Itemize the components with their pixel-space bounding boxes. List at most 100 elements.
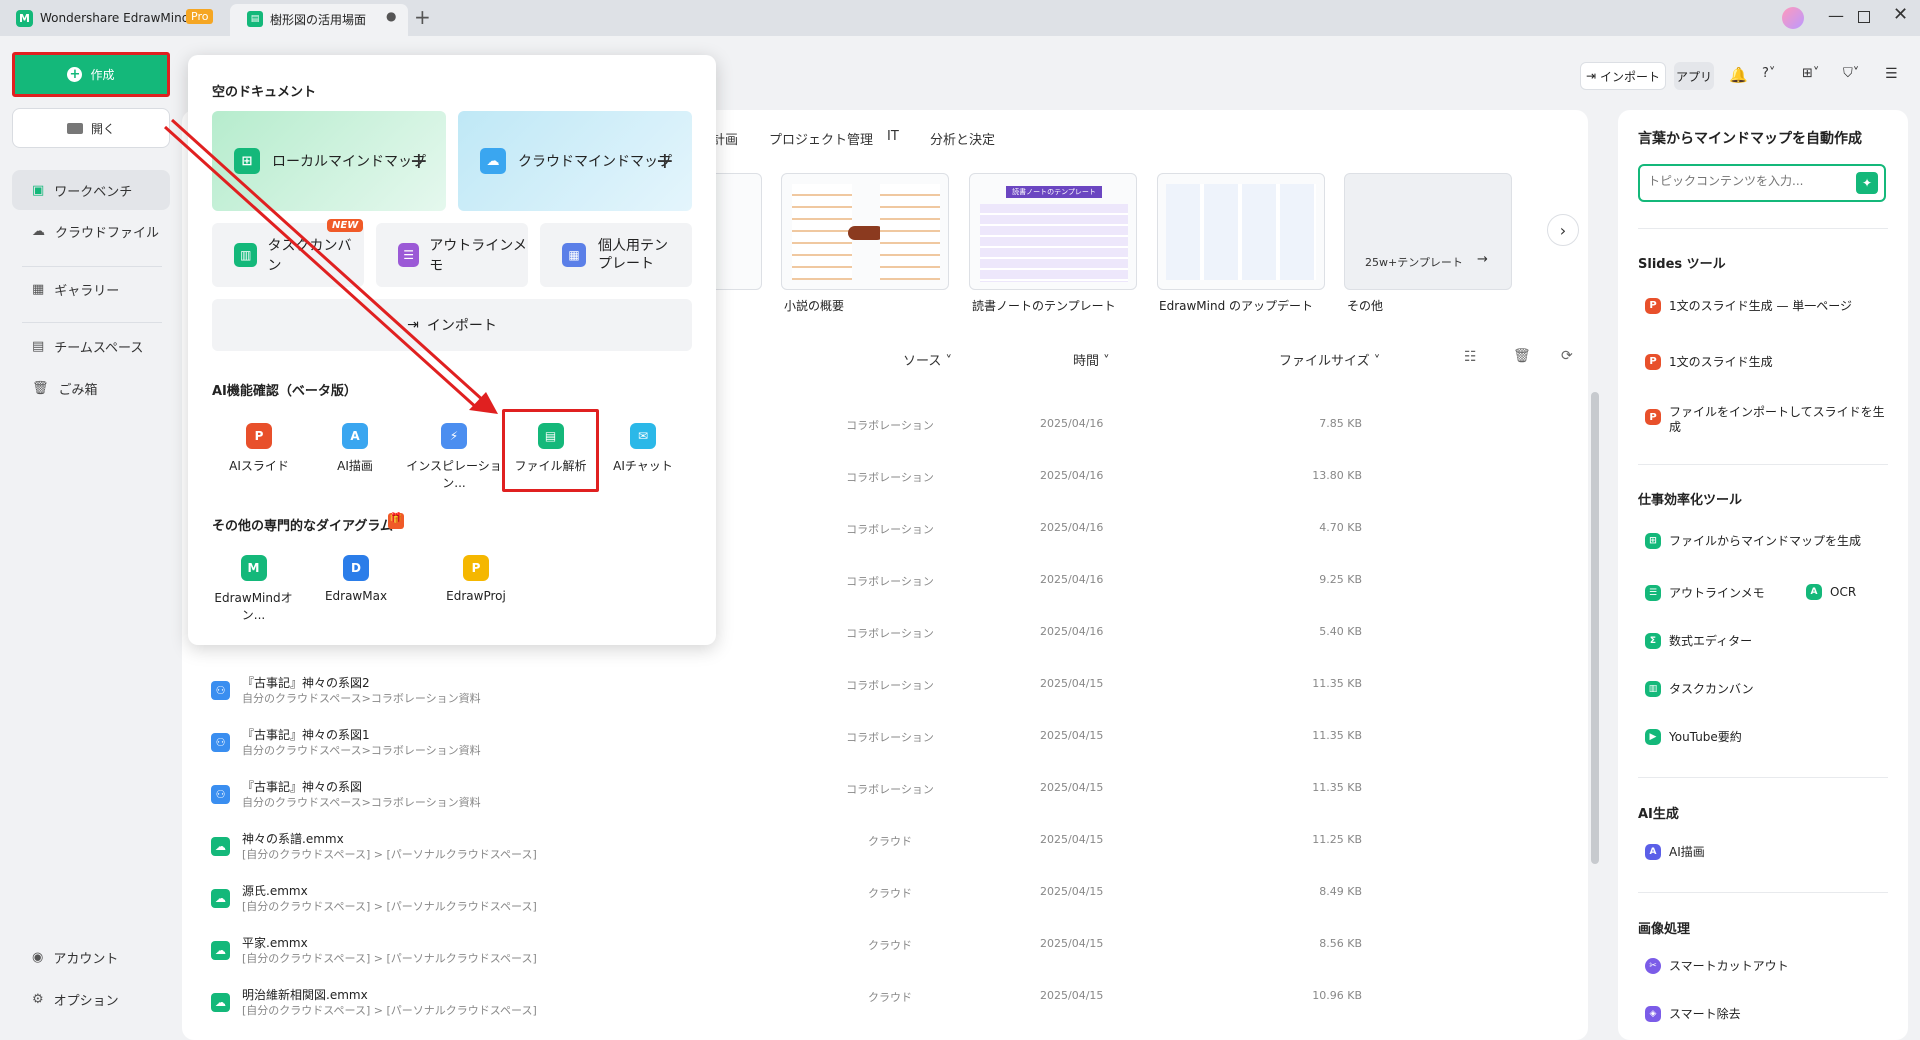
divider	[1638, 464, 1888, 465]
file-to-mindmap-item[interactable]: ⊞ ファイルからマインドマップを生成	[1645, 532, 1861, 549]
blank-doc-title: 空のドキュメント	[212, 85, 317, 100]
trash-icon: 🗑	[32, 380, 49, 396]
sidebar-item-account[interactable]: ◉ アカウント	[12, 937, 170, 977]
import-button[interactable]: ⇥ インポート	[1580, 62, 1666, 90]
sidebar-item-options[interactable]: ⚙ オプション	[12, 979, 170, 1019]
minimize-icon[interactable]: —	[1828, 6, 1844, 25]
ocr-item[interactable]: A OCR	[1806, 584, 1856, 600]
ppt-icon: P	[1645, 297, 1661, 314]
topic-input[interactable]	[1648, 174, 1848, 188]
shirt-icon[interactable]: ⛉˅	[1843, 66, 1859, 81]
sidebar-item-gallery[interactable]: ▦ ギャラリー	[12, 269, 170, 309]
import-file-button[interactable]: ⇥ インポート	[212, 299, 692, 351]
grid-icon[interactable]: ⊞˅	[1802, 66, 1819, 81]
ai-drawing-button[interactable]: A AI描画	[315, 423, 395, 474]
smart-cutout-item[interactable]: ✂ スマートカットアウト	[1645, 957, 1789, 974]
sidebar-item-workbench[interactable]: ▣ ワークベンチ	[12, 170, 170, 210]
outline-memo-item[interactable]: ☰ アウトラインメモ	[1645, 584, 1765, 601]
file-name[interactable]: 明治維新相関図.emmx	[242, 986, 368, 1003]
new-tab-plus-icon[interactable]: +	[414, 5, 431, 29]
outline-icon: ☰	[1645, 584, 1661, 601]
sidebar-item-team-space[interactable]: ▤ チームスペース	[12, 326, 170, 366]
slides-tools-title: Slides ツール	[1638, 257, 1726, 272]
edrawmax-button[interactable]: D EdrawMax	[316, 555, 396, 603]
file-source: コラボレーション	[846, 419, 934, 432]
account-icon: ◉	[32, 949, 44, 965]
maximize-icon[interactable]	[1858, 11, 1870, 23]
sidebar-item-trash[interactable]: 🗑 ごみ箱	[12, 368, 170, 408]
ai-chat-button[interactable]: ✉ AIチャット	[603, 423, 683, 474]
file-name[interactable]: 『古事記』神々の系図	[242, 778, 362, 795]
menu-list-icon[interactable]: ☰	[1885, 66, 1898, 82]
document-tab[interactable]: ▤ 樹形図の活用場面 ●	[230, 4, 408, 36]
template-thumbnail[interactable]: 読書ノートのテンプレート	[969, 173, 1137, 290]
file-analysis-button[interactable]: ▤ ファイル解析	[502, 409, 599, 492]
file-name[interactable]: 『古事記』神々の系図1	[242, 726, 370, 743]
column-source-label: ソース	[903, 354, 942, 369]
tab-category[interactable]: プロジェクト管理	[769, 129, 873, 148]
gear-icon: ⚙	[32, 991, 44, 1007]
file-path: 自分のクラウドスペース>コラボレーション資料	[242, 796, 481, 809]
ai-item-label: インスピレーション...	[406, 459, 502, 490]
file-name[interactable]: 源氏.emmx	[242, 882, 308, 899]
slides-generate-item[interactable]: P 1文のスライド生成	[1645, 353, 1773, 370]
bell-icon[interactable]: 🔔	[1729, 66, 1748, 84]
local-mindmap-button[interactable]: ⊞ ローカルマインドマップ +	[212, 111, 446, 211]
edrawproj-button[interactable]: P EdrawProj	[436, 555, 516, 603]
task-kanban-item[interactable]: ▥ タスクカンバン	[1645, 680, 1754, 697]
inspiration-button[interactable]: ⚡ インスピレーション...	[404, 423, 504, 491]
user-avatar[interactable]	[1782, 7, 1804, 29]
outline-memo-label: アウトラインメモ	[429, 238, 527, 274]
open-button[interactable]: 開く	[12, 108, 170, 148]
outline-memo-button[interactable]: ☰ アウトラインメモ	[376, 223, 528, 287]
file-name[interactable]: 平家.emmx	[242, 934, 308, 951]
generate-sparkle-icon[interactable]: ✦	[1856, 172, 1878, 194]
divider	[1638, 777, 1888, 778]
divider	[22, 266, 162, 267]
template-more[interactable]: 25w+テンプレート →	[1344, 173, 1512, 290]
list-view-icon[interactable]: ☷	[1464, 349, 1477, 365]
tab-modified-dot-icon[interactable]: ●	[386, 9, 396, 23]
column-size[interactable]: ファイルサイズ ˅	[1279, 350, 1380, 369]
youtube-summary-item[interactable]: ▶ YouTube要約	[1645, 728, 1742, 745]
file-time: 2025/04/16	[1040, 625, 1104, 638]
ai-slide-button[interactable]: P AIスライド	[219, 423, 299, 474]
template-thumbnail[interactable]	[781, 173, 949, 290]
apps-button[interactable]: アプリ	[1674, 62, 1714, 90]
delete-icon[interactable]: 🗑	[1513, 348, 1531, 364]
file-source: コラボレーション	[846, 783, 934, 796]
sidebar-item-label: ギャラリー	[54, 283, 120, 299]
slides-import-item[interactable]: P ファイルをインポートしてスライドを生成	[1645, 405, 1885, 435]
carousel-next-button[interactable]: ›	[1547, 214, 1579, 246]
file-name[interactable]: 神々の系譜.emmx	[242, 830, 344, 847]
topic-input-box[interactable]: ✦	[1638, 164, 1886, 202]
file-time: 2025/04/16	[1040, 417, 1104, 430]
ai-drawing-item[interactable]: A AI描画	[1645, 843, 1705, 860]
create-button[interactable]: + 作成	[12, 52, 170, 97]
template-thumbnail[interactable]	[1157, 173, 1325, 290]
smart-remove-item[interactable]: ◈ スマート除去	[1645, 1005, 1741, 1022]
edrawmind-icon: M	[240, 555, 267, 581]
template-banner: 読書ノートのテンプレート	[1006, 186, 1102, 198]
pro-badge: Pro	[186, 9, 214, 24]
column-source[interactable]: ソース ˅	[903, 350, 952, 369]
slides-single-page-item[interactable]: P 1文のスライド生成 — 単一ページ	[1645, 297, 1852, 314]
file-source: コラボレーション	[846, 523, 934, 536]
tab-category[interactable]: IT	[887, 129, 899, 144]
personal-template-button[interactable]: ▦ 個人用テンプレート	[540, 223, 692, 287]
close-icon[interactable]: ✕	[1893, 4, 1908, 25]
column-time[interactable]: 時間 ˅	[1073, 350, 1110, 369]
file-path: [自分のクラウドスペース] > [パーソナルクラウドスペース]	[242, 952, 537, 965]
file-name[interactable]: 『古事記』神々の系図2	[242, 674, 370, 691]
formula-editor-item[interactable]: Σ 数式エディター	[1645, 632, 1752, 649]
scrollbar[interactable]	[1591, 392, 1599, 864]
sidebar-item-cloud-files[interactable]: ☁ クラウドファイル	[12, 211, 170, 251]
file-size: 5.40 KB	[1319, 625, 1362, 638]
help-icon[interactable]: ?˅	[1762, 66, 1775, 81]
tab-category[interactable]: 分析と決定	[930, 129, 995, 148]
task-kanban-button[interactable]: ▥ タスクカンバン NEW	[212, 219, 364, 287]
refresh-icon[interactable]: ⟳	[1561, 348, 1573, 364]
cloud-mindmap-button[interactable]: ☁ クラウドマインドマップ +	[458, 111, 692, 211]
edrawmind-online-button[interactable]: M EdrawMindオン...	[206, 555, 301, 623]
ai-mindmap-title: 言葉からマインドマップを自動作成	[1638, 131, 1862, 147]
